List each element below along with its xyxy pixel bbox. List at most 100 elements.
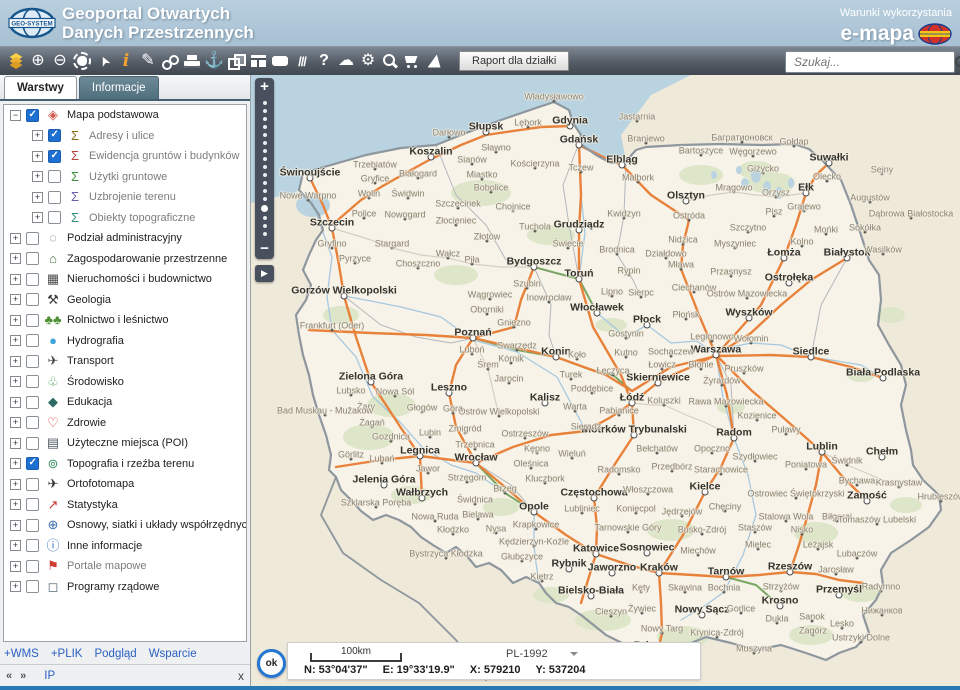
- zoom-level-dot[interactable]: [263, 133, 267, 137]
- search-parcel-icon[interactable]: [379, 48, 401, 74]
- layer-label[interactable]: Uzbrojenie terenu: [89, 191, 176, 203]
- crs-select[interactable]: PL-1992: [506, 648, 578, 660]
- prev-button[interactable]: «: [6, 670, 12, 682]
- download-anchor-icon[interactable]: ⚓: [203, 48, 225, 74]
- link-icon[interactable]: [159, 48, 181, 74]
- layer-checkbox[interactable]: [26, 314, 39, 327]
- layers-icon[interactable]: [5, 48, 27, 74]
- layer-checkbox[interactable]: [26, 355, 39, 368]
- expand-toggle[interactable]: +: [10, 335, 21, 346]
- zoom-level-dot[interactable]: [263, 197, 267, 201]
- layer-label[interactable]: Nieruchomości i budownictwo: [67, 273, 212, 285]
- layer-checkbox[interactable]: [26, 232, 39, 245]
- expand-toggle[interactable]: +: [32, 212, 43, 223]
- zoom-level-dot[interactable]: [263, 216, 267, 220]
- expand-toggle[interactable]: +: [32, 151, 43, 162]
- map-view[interactable]: SzczecinŚwinoujścieKoszalinSłupskGdyniaG…: [251, 75, 960, 686]
- layer-checkbox[interactable]: [26, 580, 39, 593]
- layer-label[interactable]: Osnowy, siatki i układy współrzędnych: [67, 519, 247, 531]
- expand-toggle[interactable]: +: [10, 438, 21, 449]
- layer-label[interactable]: Użytki gruntowe: [89, 171, 167, 183]
- sidebar-link-wsparcie[interactable]: Wsparcie: [149, 648, 197, 660]
- zoom-level-dot[interactable]: [263, 117, 267, 121]
- layer-label[interactable]: Geologia: [67, 294, 111, 306]
- layer-label[interactable]: Statystyka: [67, 499, 118, 511]
- layer-label[interactable]: Środowisko: [67, 376, 124, 388]
- layer-checkbox[interactable]: [48, 129, 61, 142]
- zoom-out-button[interactable]: −: [255, 242, 274, 257]
- layer-label[interactable]: Ortofotomapa: [67, 478, 134, 490]
- layer-checkbox[interactable]: [26, 416, 39, 429]
- info-icon[interactable]: i: [115, 48, 137, 74]
- layer-checkbox[interactable]: [26, 437, 39, 450]
- zoom-level-dot[interactable]: [263, 189, 267, 193]
- layer-label[interactable]: Inne informacje: [67, 540, 142, 552]
- cloud-icon[interactable]: ☁: [335, 48, 357, 74]
- settings-gears-icon[interactable]: ⚙: [357, 48, 379, 74]
- layer-checkbox[interactable]: [48, 150, 61, 163]
- expand-toggle[interactable]: +: [10, 581, 21, 592]
- layer-checkbox[interactable]: [48, 211, 61, 224]
- report-parcel-button[interactable]: Raport dla działki: [459, 51, 569, 71]
- layer-checkbox[interactable]: [26, 273, 39, 286]
- zoom-level-dot[interactable]: [263, 181, 267, 185]
- beacon-sail-icon[interactable]: [423, 48, 445, 74]
- layer-label[interactable]: Transport: [67, 355, 114, 367]
- expand-toggle[interactable]: +: [10, 274, 21, 285]
- zoom-in-icon[interactable]: ⊕: [27, 48, 49, 74]
- layer-checkbox[interactable]: [26, 560, 39, 573]
- layer-checkbox[interactable]: [26, 539, 39, 552]
- expand-toggle[interactable]: +: [10, 253, 21, 264]
- layer-label[interactable]: Programy rządowe: [67, 581, 159, 593]
- zoom-level-dot[interactable]: [263, 109, 267, 113]
- expand-toggle[interactable]: +: [10, 520, 21, 531]
- zoom-in-button[interactable]: +: [255, 80, 274, 95]
- layer-checkbox[interactable]: [26, 396, 39, 409]
- zoom-level-dot[interactable]: [263, 157, 267, 161]
- zoom-level-dot[interactable]: [263, 101, 267, 105]
- ip-link[interactable]: IP: [44, 670, 55, 682]
- print-icon[interactable]: [181, 48, 203, 74]
- layer-checkbox[interactable]: [26, 498, 39, 511]
- layer-label[interactable]: Portale mapowe: [67, 560, 147, 572]
- layer-label[interactable]: Edukacja: [67, 396, 112, 408]
- cursor-icon[interactable]: ➤: [93, 48, 115, 74]
- close-panel-button[interactable]: x: [238, 669, 244, 683]
- measure-icon[interactable]: ✎: [137, 48, 159, 74]
- zoom-level-dot[interactable]: [263, 232, 267, 236]
- sidebar-link-podgląd[interactable]: Podgląd: [94, 648, 136, 660]
- zoom-slider[interactable]: [255, 95, 274, 242]
- layer-checkbox[interactable]: [48, 191, 61, 204]
- expand-toggle[interactable]: +: [10, 356, 21, 367]
- help-icon[interactable]: ?: [313, 48, 335, 74]
- layer-label[interactable]: Obiekty topograficzne: [89, 212, 195, 224]
- layer-label[interactable]: Podział administracyjny: [67, 232, 182, 244]
- tab-informacje[interactable]: Informacje: [79, 76, 159, 99]
- layer-label[interactable]: Adresy i ulice: [89, 130, 154, 142]
- expand-toggle[interactable]: +: [10, 499, 21, 510]
- layout-panels-icon[interactable]: [247, 48, 269, 74]
- expand-toggle[interactable]: +: [10, 561, 21, 572]
- layer-checkbox[interactable]: [26, 252, 39, 265]
- layer-label[interactable]: Rolnictwo i leśnictwo: [67, 314, 168, 326]
- tab-warstwy[interactable]: Warstwy: [4, 76, 77, 99]
- zoom-level-dot[interactable]: [263, 165, 267, 169]
- zoom-level-dot[interactable]: [263, 173, 267, 177]
- layer-checkbox[interactable]: [48, 170, 61, 183]
- expand-toggle[interactable]: +: [32, 171, 43, 182]
- sidebar-link-plik[interactable]: +PLIK: [51, 648, 83, 660]
- layer-label[interactable]: Zdrowie: [67, 417, 106, 429]
- expand-toggle[interactable]: +: [32, 192, 43, 203]
- search-input[interactable]: [792, 53, 953, 71]
- feedback-bubble-icon[interactable]: [269, 48, 291, 74]
- layer-checkbox[interactable]: [26, 293, 39, 306]
- zoom-out-icon[interactable]: ⊖: [49, 48, 71, 74]
- layer-checkbox[interactable]: [26, 478, 39, 491]
- expand-toggle[interactable]: +: [10, 233, 21, 244]
- expand-toggle[interactable]: +: [10, 479, 21, 490]
- layer-checkbox[interactable]: [26, 334, 39, 347]
- layer-label[interactable]: Topografia i rzeźba terenu: [67, 458, 194, 470]
- layer-checkbox[interactable]: [26, 457, 39, 470]
- sidebar-link-wms[interactable]: +WMS: [4, 648, 39, 660]
- select-area-icon[interactable]: [71, 48, 93, 74]
